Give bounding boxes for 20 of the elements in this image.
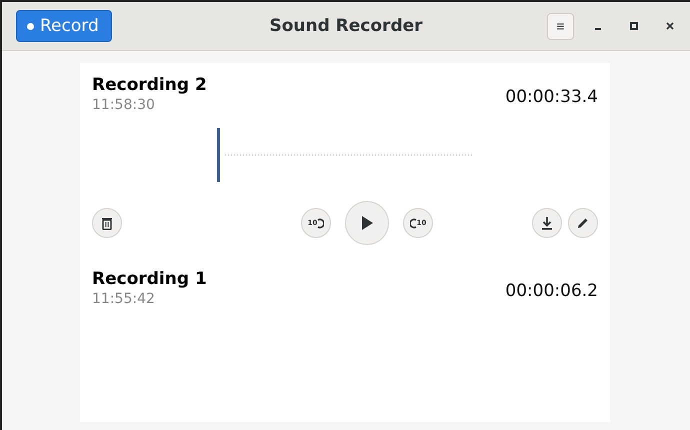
play-button[interactable]: [345, 201, 389, 245]
menu-button[interactable]: ≡: [547, 12, 574, 40]
rename-button[interactable]: [568, 208, 598, 238]
recording-time: 11:58:30: [92, 97, 156, 113]
window-title: Sound Recorder: [269, 16, 423, 36]
close-icon: [666, 22, 674, 30]
recording-name: Recording 2: [92, 75, 207, 95]
recording-time: 11:55:42: [92, 291, 156, 307]
recording-duration: 00:00:33.4: [505, 87, 598, 107]
maximize-icon: [630, 22, 638, 30]
play-icon: [361, 216, 373, 230]
trash-icon: [101, 216, 113, 230]
export-button[interactable]: [532, 208, 562, 238]
pencil-icon: [577, 217, 589, 229]
recording-name: Recording 1: [92, 269, 207, 289]
recording-duration: 00:00:06.2: [505, 281, 598, 301]
download-icon: [541, 216, 553, 230]
record-button[interactable]: Record: [16, 10, 112, 42]
record-dot-icon: [27, 22, 34, 30]
delete-button[interactable]: [92, 208, 122, 238]
